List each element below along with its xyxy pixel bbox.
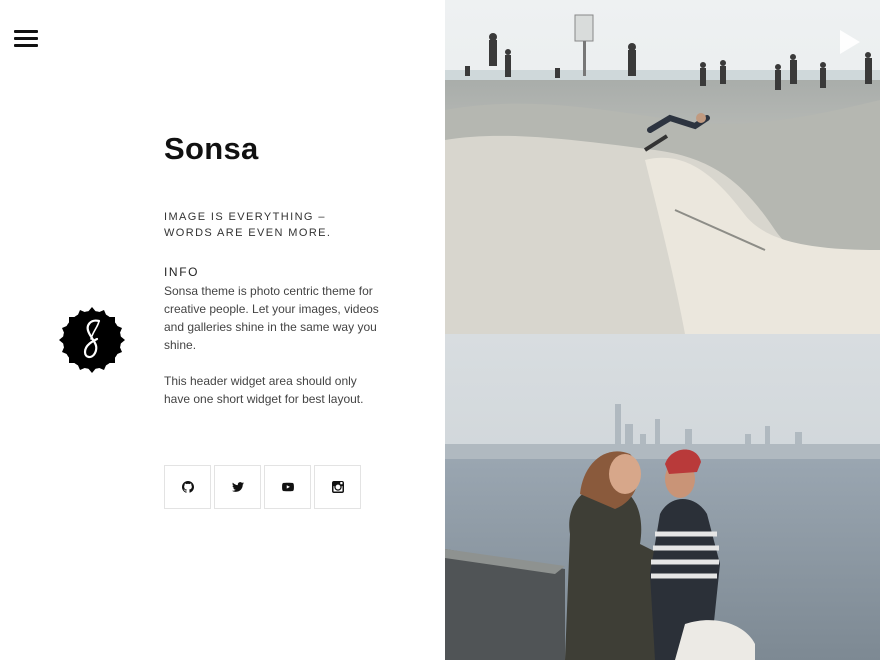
twitter-link[interactable]: [214, 465, 261, 509]
instagram-icon: [331, 481, 344, 493]
couple-photo: [445, 334, 880, 660]
youtube-icon: [281, 482, 294, 492]
social-links: [164, 465, 361, 509]
site-tagline: IMAGE IS EVERYTHING – WORDS ARE EVEN MOR…: [164, 211, 332, 239]
instagram-link[interactable]: [314, 465, 361, 509]
widget-paragraph: This header widget area should only have…: [164, 374, 364, 406]
play-icon[interactable]: [838, 30, 862, 54]
youtube-link[interactable]: [264, 465, 311, 509]
github-icon: [181, 481, 194, 493]
sonsa-logo-seal[interactable]: [55, 303, 129, 377]
widget-title: INFO: [164, 265, 200, 279]
github-link[interactable]: [164, 465, 211, 509]
hamburger-menu-icon: [14, 30, 38, 33]
twitter-icon: [231, 482, 244, 492]
skatepark-photo: [445, 0, 880, 334]
menu-toggle-button[interactable]: [14, 30, 38, 50]
site-title[interactable]: Sonsa: [164, 131, 259, 167]
widget-text: Sonsa theme is photo centric theme for c…: [164, 282, 386, 426]
widget-paragraph: Sonsa theme is photo centric theme for c…: [164, 284, 379, 352]
